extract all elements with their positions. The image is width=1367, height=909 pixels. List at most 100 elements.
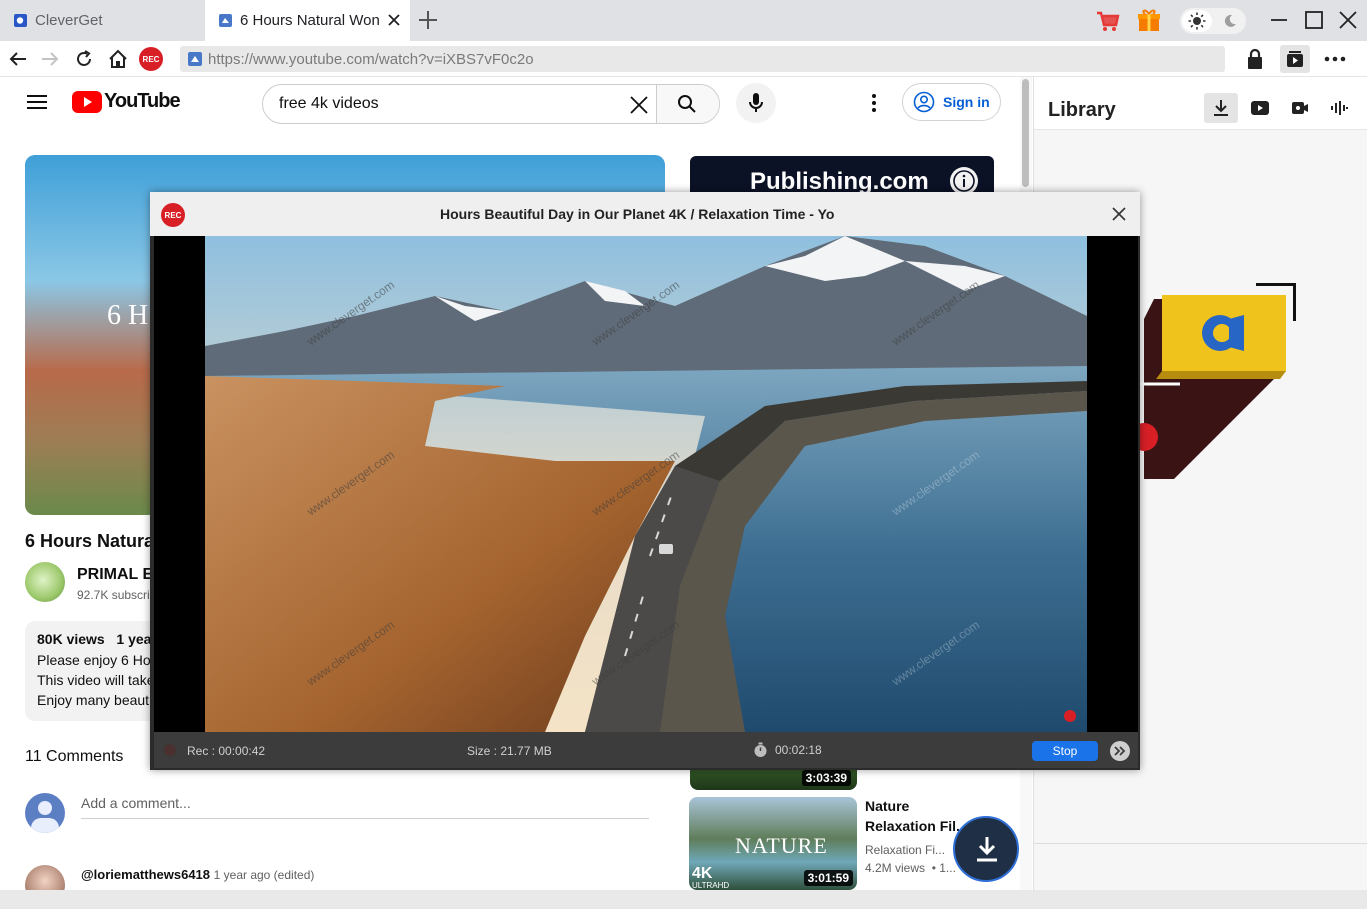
search-button[interactable]	[656, 85, 719, 123]
add-comment-input[interactable]: Add a comment...	[81, 795, 649, 819]
status-bar	[0, 890, 1367, 909]
library-title: Library	[1048, 99, 1116, 121]
settings-dots-icon[interactable]	[866, 92, 882, 114]
close-window-icon[interactable]	[1338, 10, 1358, 30]
library-tab-videos-icon[interactable]	[1250, 99, 1270, 117]
moon-icon	[1224, 14, 1236, 27]
recording-controls: Rec : 00:00:42 Size : 21.77 MB 00:02:18 …	[154, 732, 1138, 768]
comments-count: 11 Comments	[25, 748, 124, 765]
download-arrow-icon	[977, 837, 997, 862]
youtube-search-box[interactable]: free 4k videos	[262, 84, 720, 124]
microphone-icon	[749, 93, 763, 112]
recording-window-header: REC Hours Beautiful Day in Our Planet 4K…	[150, 192, 1140, 236]
video-duration: 00:02:18	[775, 743, 822, 757]
video-title: 6 Hours Natura	[25, 531, 155, 551]
address-bar: REC https://www.youtube.com/watch?v=iXBS…	[0, 41, 1367, 77]
recommendation-title[interactable]: Nature	[865, 798, 909, 814]
forward-arrow-icon[interactable]	[40, 49, 60, 69]
recommendation-title[interactable]: Relaxation Fil...	[865, 818, 968, 834]
library-tab-recordings-icon[interactable]	[1291, 99, 1309, 117]
rec-badge-icon: REC	[161, 203, 185, 227]
url-field[interactable]: https://www.youtube.com/watch?v=iXBS7vF0…	[180, 46, 1225, 72]
skip-forward-button[interactable]	[1110, 741, 1130, 761]
description-line: Please enjoy 6 Hou	[37, 652, 159, 668]
search-input[interactable]: free 4k videos	[279, 95, 379, 113]
library-tab-downloads[interactable]	[1204, 93, 1238, 123]
new-tab-plus-icon[interactable]	[417, 9, 439, 31]
site-favicon-icon	[188, 52, 202, 66]
quality-sub: ULTRAHD	[692, 881, 730, 890]
maximize-icon[interactable]	[1304, 10, 1324, 30]
more-options-icon[interactable]	[1324, 51, 1346, 67]
subscriber-count: 92.7K subscri	[77, 588, 150, 602]
back-arrow-icon[interactable]	[8, 49, 28, 69]
commenter-avatar[interactable]	[25, 865, 65, 890]
view-count: 80K views	[37, 631, 105, 647]
tab-label: CleverGet	[35, 12, 103, 29]
comment-meta: 1 year ago (edited)	[213, 868, 315, 882]
channel-avatar[interactable]	[25, 562, 65, 602]
description-line: Enjoy many beauti	[37, 692, 153, 708]
tab-bar: CleverGet 6 Hours Natural Won	[0, 0, 1367, 41]
reload-icon[interactable]	[74, 49, 94, 69]
tab-cleverget[interactable]: CleverGet	[0, 0, 205, 41]
video-library-icon	[1287, 51, 1303, 67]
duration-badge: 3:03:39	[801, 770, 851, 786]
timer-icon	[754, 742, 767, 757]
close-recording-icon[interactable]	[1112, 207, 1126, 221]
download-button[interactable]	[953, 816, 1019, 882]
clear-search-icon[interactable]	[629, 95, 649, 115]
theme-toggle[interactable]	[1180, 8, 1246, 34]
hamburger-menu-icon[interactable]	[27, 94, 47, 110]
tab-label: 6 Hours Natural Won	[240, 12, 380, 29]
tab-youtube-video[interactable]: 6 Hours Natural Won	[205, 0, 410, 41]
url-text: https://www.youtube.com/watch?v=iXBS7vF0…	[208, 50, 534, 68]
page-favicon-icon	[219, 14, 232, 27]
rec-button[interactable]: REC	[139, 47, 163, 71]
search-icon	[678, 95, 696, 113]
rec-badge-label: REC	[164, 210, 182, 220]
description-line: This video will take	[37, 672, 155, 688]
channel-name[interactable]: PRIMAL E	[77, 566, 153, 584]
recommendation-channel[interactable]: Relaxation Fi...	[865, 843, 945, 857]
cleverget-favicon-icon	[14, 14, 27, 27]
close-tab-icon[interactable]	[386, 12, 402, 28]
description-box[interactable]: 80K views 1 year Please enjoy 6 Hou This…	[25, 621, 165, 721]
empty-library-illustration	[1134, 295, 1286, 479]
duration-badge: 3:01:59	[803, 870, 853, 886]
double-chevron-right-icon	[1114, 746, 1126, 756]
recording-time: Rec : 00:00:42	[187, 744, 266, 758]
recommendation-age: • 1...	[931, 861, 956, 875]
rec-label: REC	[142, 54, 160, 64]
scrollbar-thumb[interactable]	[1022, 79, 1029, 187]
stop-label: Stop	[1052, 744, 1078, 758]
recording-size: Size : 21.77 MB	[467, 744, 552, 758]
recommendation-thumbnail[interactable]: NATURE 4K ULTRAHD 3:01:59	[689, 797, 857, 890]
recommendation-views: 4.2M views	[865, 861, 926, 875]
recording-window: REC Hours Beautiful Day in Our Planet 4K…	[150, 192, 1140, 770]
youtube-wordmark: YouTube	[104, 90, 181, 112]
voice-search-button[interactable]	[736, 83, 776, 123]
cart-icon[interactable]	[1095, 8, 1121, 34]
youtube-play-logo-icon	[72, 90, 102, 113]
youtube-logo[interactable]: YouTube	[72, 90, 181, 113]
media-panel-button[interactable]	[1280, 45, 1310, 73]
sign-in-label: Sign in	[943, 94, 990, 110]
thumbnail-text: NATURE	[735, 833, 828, 858]
minimize-icon[interactable]	[1269, 10, 1289, 30]
stop-button[interactable]: Stop	[1032, 741, 1098, 761]
user-avatar	[25, 793, 65, 833]
library-tab-audio-icon[interactable]	[1330, 99, 1348, 117]
recording-dot-icon	[164, 744, 176, 756]
recording-video[interactable]: www.cleverget.com www.cleverget.com www.…	[154, 236, 1138, 732]
lock-icon[interactable]	[1245, 48, 1265, 70]
home-icon[interactable]	[107, 48, 129, 70]
gift-icon[interactable]	[1136, 7, 1162, 33]
sun-icon	[1188, 12, 1206, 30]
download-icon	[1214, 100, 1228, 116]
sign-in-button[interactable]: Sign in	[902, 83, 1001, 121]
video-overlay-text: 6 H	[107, 300, 149, 331]
sidebar-ad[interactable]: Publishing.com	[690, 156, 994, 196]
recording-title: Hours Beautiful Day in Our Planet 4K / R…	[440, 206, 835, 222]
commenter-name[interactable]: @loriematthews6418	[81, 867, 210, 882]
